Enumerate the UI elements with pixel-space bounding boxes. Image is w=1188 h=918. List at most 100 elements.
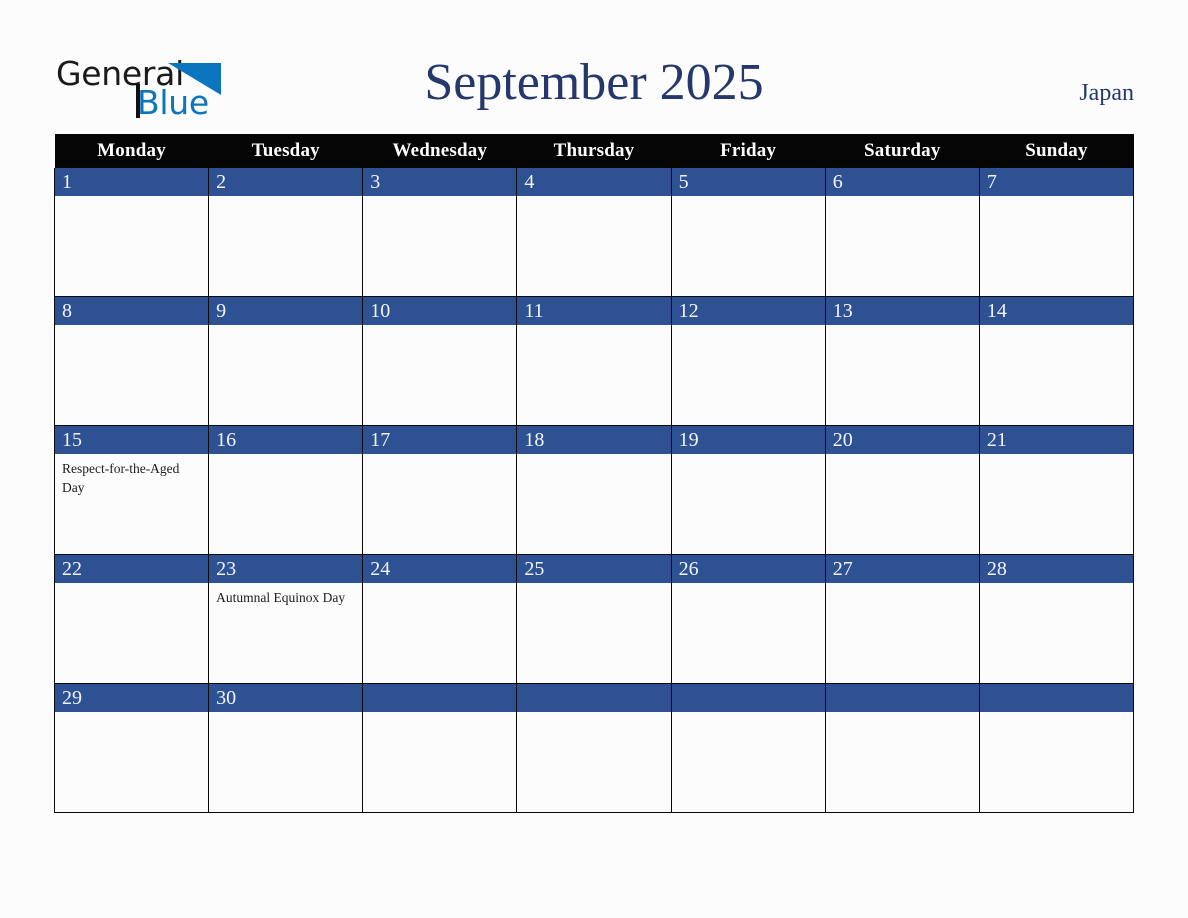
day-events	[517, 712, 670, 717]
day-cell-inner	[979, 684, 1133, 812]
day-cell-inner: 30	[209, 684, 363, 812]
calendar-day-cell[interactable]: 29	[53, 683, 210, 813]
weekday-header-monday: Monday	[54, 134, 209, 168]
day-number	[517, 684, 671, 712]
calendar-day-cell[interactable]: 6	[824, 168, 980, 297]
day-number: 13	[825, 297, 979, 325]
calendar-day-cell[interactable]: 12	[670, 296, 826, 426]
day-cell-inner: 17	[363, 426, 517, 554]
day-events	[826, 196, 979, 201]
day-events	[980, 196, 1133, 201]
day-events	[209, 454, 362, 459]
day-number: 9	[209, 297, 363, 325]
day-events	[517, 583, 670, 588]
day-number: 4	[517, 168, 671, 196]
day-events	[672, 583, 825, 588]
day-events	[363, 454, 516, 459]
day-cell-inner: 8	[55, 297, 209, 425]
calendar-day-cell[interactable]: 2	[208, 168, 364, 297]
day-events	[826, 712, 979, 717]
day-number: 21	[979, 426, 1133, 454]
calendar-day-cell[interactable]	[362, 683, 518, 813]
calendar-week-row: 29 30	[53, 683, 1135, 813]
calendar-day-cell[interactable]: 23 Autumnal Equinox Day	[208, 554, 364, 684]
day-number: 20	[825, 426, 979, 454]
day-events	[672, 196, 825, 201]
day-cell-inner: 25	[517, 555, 671, 683]
day-number: 24	[363, 555, 517, 583]
calendar-week-row: 15 Respect-for-the-Aged Day 16 17 18 19 20 21	[53, 425, 1135, 555]
day-number: 12	[671, 297, 825, 325]
calendar-day-cell[interactable]: 7	[978, 168, 1135, 297]
day-events	[517, 196, 670, 201]
weekday-header-saturday: Saturday	[825, 134, 980, 168]
calendar-day-cell[interactable]: 14	[978, 296, 1135, 426]
day-number: 22	[55, 555, 209, 583]
day-cell-inner: 5	[671, 168, 825, 296]
day-number: 8	[55, 297, 209, 325]
calendar-body: 1 2 3 4 5 6 7 8 9 10 11 12 13 14 15 Respect-for-the-Age…	[53, 168, 1135, 813]
day-number: 14	[979, 297, 1133, 325]
day-cell-inner: 12	[671, 297, 825, 425]
calendar-week-row: 22 23 Autumnal Equinox Day 24 25 26 27 28	[53, 554, 1135, 684]
calendar-day-cell[interactable]: 26	[670, 554, 826, 684]
calendar-day-cell[interactable]: 11	[516, 296, 672, 426]
calendar-day-cell[interactable]: 15 Respect-for-the-Aged Day	[53, 425, 210, 555]
day-cell-inner	[517, 684, 671, 812]
day-cell-inner: 9	[209, 297, 363, 425]
calendar-day-cell[interactable]: 19	[670, 425, 826, 555]
day-events	[209, 325, 362, 330]
day-number: 27	[825, 555, 979, 583]
calendar-day-cell[interactable]: 9	[208, 296, 364, 426]
calendar-week-row: 8 9 10 11 12 13 14	[53, 296, 1135, 426]
calendar-day-cell[interactable]: 28	[978, 554, 1135, 684]
day-number: 16	[209, 426, 363, 454]
day-cell-inner: 7	[979, 168, 1133, 296]
calendar-day-cell[interactable]: 8	[53, 296, 210, 426]
calendar-day-cell[interactable]: 24	[362, 554, 518, 684]
calendar-day-cell[interactable]	[824, 683, 980, 813]
day-cell-inner: 18	[517, 426, 671, 554]
day-events	[980, 454, 1133, 459]
calendar-day-cell[interactable]: 30	[208, 683, 364, 813]
day-events	[980, 325, 1133, 330]
day-events	[826, 583, 979, 588]
day-cell-inner: 2	[209, 168, 363, 296]
country-label: Japan	[1079, 80, 1134, 106]
day-number: 5	[671, 168, 825, 196]
calendar-day-cell[interactable]: 25	[516, 554, 672, 684]
day-events	[672, 712, 825, 717]
day-events	[55, 712, 208, 717]
day-cell-inner	[363, 684, 517, 812]
calendar-day-cell[interactable]: 13	[824, 296, 980, 426]
weekday-header-sunday: Sunday	[979, 134, 1134, 168]
day-events	[209, 712, 362, 717]
calendar-day-cell[interactable]: 10	[362, 296, 518, 426]
calendar-day-cell[interactable]: 27	[824, 554, 980, 684]
calendar-day-cell[interactable]: 1	[53, 168, 210, 297]
day-number: 18	[517, 426, 671, 454]
day-cell-inner: 20	[825, 426, 979, 554]
day-cell-inner: 10	[363, 297, 517, 425]
calendar-day-cell[interactable]: 22	[53, 554, 210, 684]
day-events	[517, 454, 670, 459]
calendar-day-cell[interactable]: 16	[208, 425, 364, 555]
day-events	[980, 712, 1133, 717]
day-cell-inner	[671, 684, 825, 812]
day-number: 3	[363, 168, 517, 196]
page-title: September 2025	[424, 54, 764, 111]
day-events	[672, 325, 825, 330]
day-events	[55, 196, 208, 201]
calendar-day-cell[interactable]: 3	[362, 168, 518, 297]
calendar-day-cell[interactable]	[516, 683, 672, 813]
calendar-day-cell[interactable]: 5	[670, 168, 826, 297]
calendar-day-cell[interactable]: 20	[824, 425, 980, 555]
day-cell-inner: 29	[55, 684, 209, 812]
calendar-day-cell[interactable]: 18	[516, 425, 672, 555]
calendar-day-cell[interactable]	[978, 683, 1135, 813]
day-cell-inner: 13	[825, 297, 979, 425]
calendar-day-cell[interactable]: 4	[516, 168, 672, 297]
calendar-day-cell[interactable]: 21	[978, 425, 1135, 555]
calendar-day-cell[interactable]: 17	[362, 425, 518, 555]
calendar-day-cell[interactable]	[670, 683, 826, 813]
